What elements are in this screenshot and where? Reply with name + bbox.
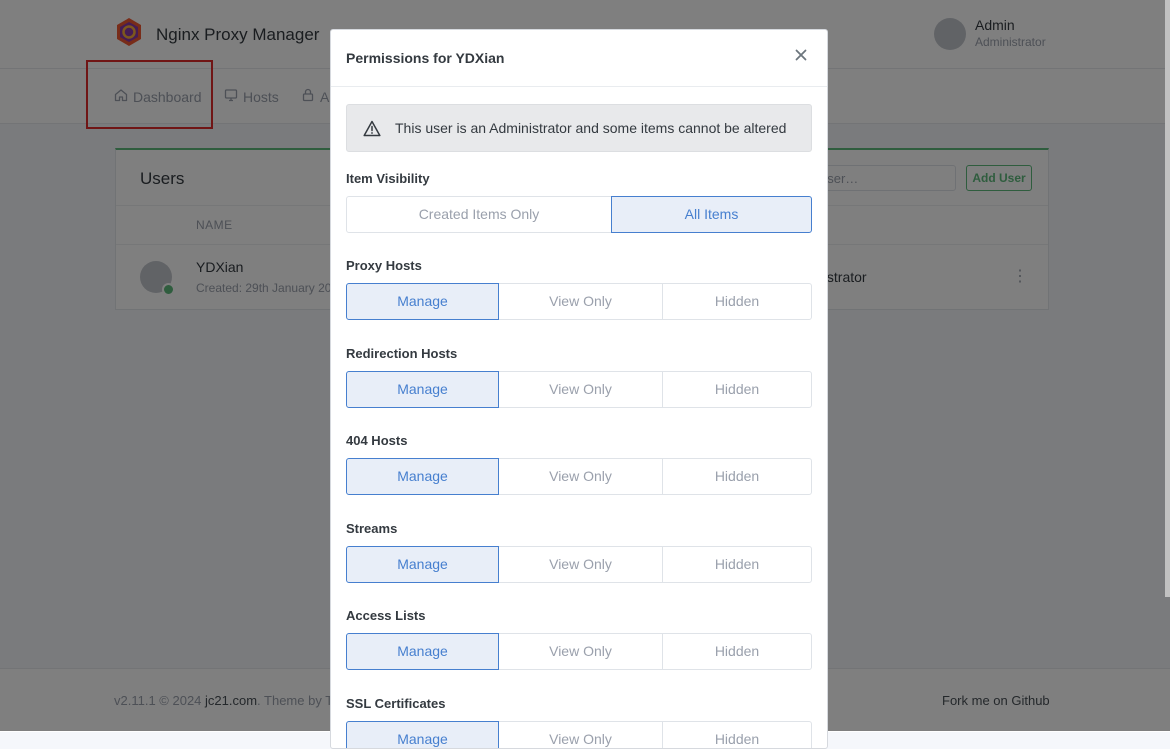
access-lists-toggle-group: Manage View Only Hidden <box>346 633 812 670</box>
option-view-only[interactable]: View Only <box>498 633 663 670</box>
option-manage[interactable]: Manage <box>346 721 499 748</box>
option-hidden[interactable]: Hidden <box>662 721 812 748</box>
section-label-redirection-hosts: Redirection Hosts <box>346 346 458 361</box>
modal-header: Permissions for YDXian <box>331 30 827 87</box>
option-view-only[interactable]: View Only <box>498 546 663 583</box>
option-manage[interactable]: Manage <box>346 283 499 320</box>
warning-icon <box>363 120 381 142</box>
option-manage[interactable]: Manage <box>346 546 499 583</box>
admin-warning-alert: This user is an Administrator and some i… <box>346 104 812 152</box>
option-hidden[interactable]: Hidden <box>662 633 812 670</box>
option-hidden[interactable]: Hidden <box>662 283 812 320</box>
option-hidden[interactable]: Hidden <box>662 458 812 495</box>
404-hosts-toggle-group: Manage View Only Hidden <box>346 458 812 495</box>
option-view-only[interactable]: View Only <box>498 283 663 320</box>
option-all-items[interactable]: All Items <box>611 196 812 233</box>
scrollbar[interactable] <box>1165 0 1170 597</box>
section-label-visibility: Item Visibility <box>346 171 430 186</box>
permissions-modal: Permissions for YDXian This user is an A… <box>330 29 828 749</box>
option-view-only[interactable]: View Only <box>498 371 663 408</box>
ssl-certificates-toggle-group: Manage View Only Hidden <box>346 721 812 748</box>
option-view-only[interactable]: View Only <box>498 721 663 748</box>
option-hidden[interactable]: Hidden <box>662 546 812 583</box>
section-label-proxy-hosts: Proxy Hosts <box>346 258 422 273</box>
modal-title: Permissions for YDXian <box>346 50 505 66</box>
section-label-access-lists: Access Lists <box>346 608 426 623</box>
option-created-items-only[interactable]: Created Items Only <box>346 196 612 233</box>
alert-text: This user is an Administrator and some i… <box>395 120 787 136</box>
section-label-ssl-certificates: SSL Certificates <box>346 696 446 711</box>
close-icon[interactable] <box>793 47 809 63</box>
option-manage[interactable]: Manage <box>346 633 499 670</box>
section-label-404-hosts: 404 Hosts <box>346 433 408 448</box>
proxy-hosts-toggle-group: Manage View Only Hidden <box>346 283 812 320</box>
section-label-streams: Streams <box>346 521 398 536</box>
option-hidden[interactable]: Hidden <box>662 371 812 408</box>
option-view-only[interactable]: View Only <box>498 458 663 495</box>
redirection-hosts-toggle-group: Manage View Only Hidden <box>346 371 812 408</box>
option-manage[interactable]: Manage <box>346 371 499 408</box>
visibility-toggle-group: Created Items Only All Items <box>346 196 812 233</box>
option-manage[interactable]: Manage <box>346 458 499 495</box>
streams-toggle-group: Manage View Only Hidden <box>346 546 812 583</box>
